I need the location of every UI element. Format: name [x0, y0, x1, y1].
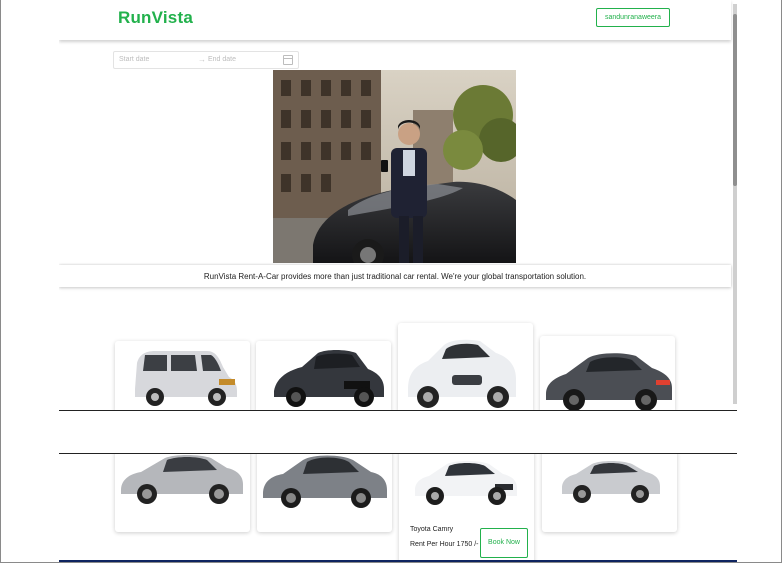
start-date-input[interactable]: Start date — [119, 56, 149, 63]
car-card[interactable]: Toyota Camry Rent Per Hour 1750 /- Book … — [399, 454, 534, 562]
tagline-text: RunVista Rent-A-Car provides more than j… — [203, 271, 587, 281]
car-rent-price: Rent Per Hour 1750 /- — [410, 541, 479, 548]
car-image — [121, 455, 243, 504]
tagline-bar: RunVista Rent-A-Car provides more than j… — [59, 265, 731, 287]
hero-image — [273, 70, 516, 263]
car-image — [562, 461, 660, 503]
car-image — [274, 350, 384, 407]
car-card[interactable] — [256, 341, 391, 410]
footer-bar — [59, 560, 737, 562]
end-date-input[interactable]: End date — [208, 56, 236, 63]
car-image — [408, 339, 516, 408]
viewport-bottom: Toyota Camry Rent Per Hour 1750 /- Book … — [59, 453, 737, 562]
scrollbar-thumb[interactable] — [733, 14, 737, 186]
car-card[interactable] — [257, 454, 392, 532]
car-card[interactable] — [115, 341, 250, 410]
car-card[interactable] — [115, 454, 250, 532]
brand-logo[interactable]: RunVista — [118, 8, 193, 28]
viewport-top: RunVista sandunranaweera Start date → En… — [59, 0, 737, 411]
car-image — [415, 461, 517, 505]
arrow-right-icon: → — [198, 55, 206, 64]
car-card[interactable] — [540, 336, 675, 410]
car-name: Toyota Camry — [410, 526, 454, 533]
car-card[interactable] — [542, 454, 677, 532]
book-now-button[interactable]: Book Now — [480, 528, 528, 558]
browser-frame: RunVista sandunranaweera Start date → En… — [0, 0, 782, 563]
navbar: RunVista sandunranaweera — [59, 0, 731, 40]
car-image — [546, 353, 672, 410]
car-card[interactable] — [398, 323, 533, 410]
car-image — [135, 351, 237, 406]
user-account-button[interactable]: sandunranaweera — [596, 8, 670, 27]
car-image — [263, 455, 387, 508]
date-range-picker[interactable]: Start date → End date — [113, 51, 299, 69]
calendar-icon[interactable] — [283, 55, 293, 65]
